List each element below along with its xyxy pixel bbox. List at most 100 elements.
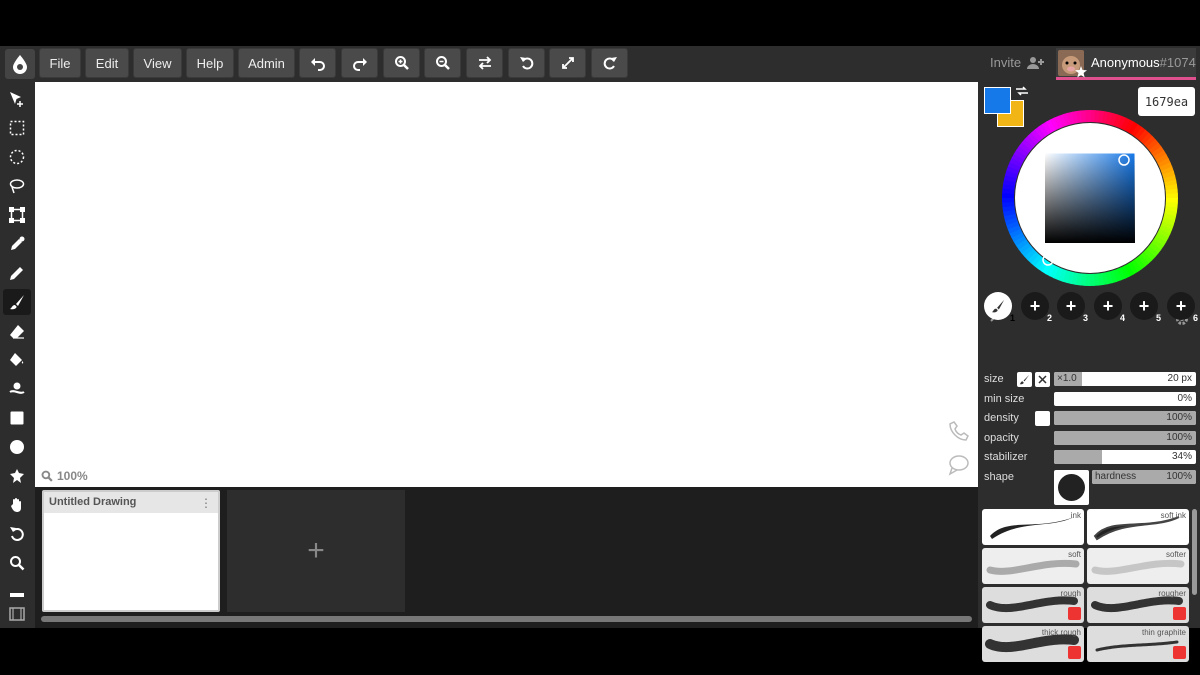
eyedropper-tool[interactable] <box>3 231 31 257</box>
ellipse-tool[interactable] <box>3 434 31 460</box>
stabilizer-value: 34% <box>1171 451 1192 462</box>
stabilizer-slider[interactable]: 34% <box>1054 450 1196 464</box>
size-reset-toggle[interactable] <box>1035 372 1050 387</box>
brush-stroke-preview <box>990 517 1074 539</box>
text-tool[interactable] <box>3 376 31 402</box>
brush-preset-thin-graphite[interactable]: thin graphite <box>1087 626 1189 662</box>
swap-colors-icon[interactable] <box>1015 85 1029 97</box>
eyedropper-icon <box>11 236 25 250</box>
brush-preset-soft[interactable]: soft <box>982 548 1084 584</box>
admin-menu[interactable]: Admin <box>238 48 295 78</box>
rotate-left-button[interactable] <box>508 48 545 78</box>
opacity-value: 100% <box>1166 432 1192 443</box>
size-slider[interactable]: ×1.0 20 px <box>1054 372 1196 386</box>
brush-name: rougher <box>1158 589 1186 598</box>
opacity-slider[interactable]: 100% <box>1054 431 1196 445</box>
chat-icon[interactable] <box>948 454 970 476</box>
help-menu[interactable]: Help <box>186 48 234 78</box>
pro-badge-icon <box>1173 607 1186 620</box>
brush-name: thin graphite <box>1141 628 1186 637</box>
brush-preset-rougher[interactable]: rougher <box>1087 587 1189 623</box>
invite-button[interactable]: Invite <box>990 55 1045 70</box>
plus-icon: + <box>1065 295 1077 316</box>
horizontal-scrollbar[interactable] <box>41 616 972 622</box>
edit-menu[interactable]: Edit <box>85 48 129 78</box>
ellipse-select-tool[interactable] <box>3 144 31 170</box>
brush-tool[interactable] <box>3 289 31 315</box>
brush-slot-5[interactable]: +5 <box>1130 292 1161 323</box>
brush-library-scrollbar[interactable] <box>1192 509 1197 595</box>
zoom-in-button[interactable] <box>383 48 420 78</box>
round-shape-icon <box>1058 474 1085 501</box>
puzzle-icon <box>10 469 24 483</box>
brush-slot-number: 4 <box>1119 313 1125 323</box>
zoom-tool[interactable] <box>3 550 31 576</box>
hardness-label: hardness <box>1095 471 1137 482</box>
min-size-row: min size 0% <box>984 392 1196 407</box>
pencil-icon <box>10 267 23 280</box>
transform-tool[interactable] <box>3 202 31 228</box>
size-label: size <box>984 373 1004 385</box>
invite-label: Invite <box>990 55 1022 70</box>
plus-icon: + <box>1138 295 1150 316</box>
lasso-tool[interactable] <box>3 173 31 199</box>
fullscreen-button[interactable] <box>549 48 586 78</box>
min-size-slider[interactable]: 0% <box>1054 392 1196 406</box>
brush-preset-softer[interactable]: softer <box>1087 548 1189 584</box>
rect-select-tool[interactable] <box>3 115 31 141</box>
hardness-slider[interactable]: hardness 100% <box>1092 470 1196 484</box>
animation-tool[interactable] <box>3 601 31 627</box>
pen-pressure-toggle[interactable] <box>1017 372 1032 387</box>
film-icon <box>9 607 25 621</box>
more-options-icon[interactable]: ⋮ <box>200 496 212 510</box>
redo-button[interactable] <box>341 48 378 78</box>
min-size-value: 0% <box>1177 393 1192 404</box>
brush-preset-soft-ink[interactable]: soft ink <box>1087 509 1189 545</box>
file-menu[interactable]: File <box>39 48 81 78</box>
app-logo[interactable] <box>5 49 35 79</box>
brush-slot-number: 6 <box>1192 313 1198 323</box>
size-value: 20 px <box>1167 373 1192 384</box>
brush-slot-6[interactable]: +6 <box>1167 292 1198 323</box>
brush-name: ink <box>1070 511 1081 520</box>
move-tool[interactable] <box>3 86 31 112</box>
zoom-out-button[interactable] <box>424 48 461 78</box>
fill-tool[interactable] <box>3 347 31 373</box>
density-slider[interactable]: 100% <box>1054 411 1196 425</box>
brush-preset-thick-rough[interactable]: thick rough <box>982 626 1084 662</box>
undo-button[interactable] <box>299 48 336 78</box>
shape-row: shape hardness 100% <box>984 470 1196 506</box>
brush-slot-4[interactable]: +4 <box>1094 292 1125 323</box>
color-wheel[interactable] <box>1002 110 1178 286</box>
fullscreen-icon <box>561 57 574 69</box>
density-pressure-toggle[interactable] <box>1035 411 1050 426</box>
line-icon <box>10 593 24 597</box>
view-menu[interactable]: View <box>133 48 182 78</box>
rotate-right-button[interactable] <box>591 48 628 78</box>
rectangle-tool[interactable] <box>3 405 31 431</box>
brush-preset-ink[interactable]: ink <box>982 509 1084 545</box>
phone-icon[interactable] <box>948 420 970 442</box>
hand-tool[interactable] <box>3 492 31 518</box>
brush-slot-3[interactable]: +3 <box>1057 292 1088 323</box>
new-drawing-button[interactable]: + <box>227 490 405 612</box>
user-badge[interactable]: Anonymous#1074 <box>1056 48 1196 80</box>
drawing-card[interactable]: Untitled Drawing ⋮ <box>42 490 220 612</box>
plus-icon: + <box>1029 295 1041 316</box>
pencil-tool[interactable] <box>3 260 31 286</box>
rotate-tool[interactable] <box>3 521 31 547</box>
drawing-canvas[interactable]: 100% <box>35 82 978 487</box>
brush-slot-1[interactable]: 1 <box>984 292 1015 323</box>
brush-shape-preview[interactable] <box>1054 470 1089 505</box>
opacity-label: opacity <box>984 432 1019 444</box>
brush-name: soft <box>1068 550 1081 559</box>
flip-button[interactable] <box>466 48 503 78</box>
shape-tool[interactable] <box>3 463 31 489</box>
brush-name: soft ink <box>1160 511 1186 520</box>
brush-preset-rough[interactable]: rough <box>982 587 1084 623</box>
paint-bucket-icon <box>10 353 24 366</box>
eraser-tool[interactable] <box>3 318 31 344</box>
min-size-label: min size <box>984 393 1025 405</box>
rect-select-icon <box>9 120 25 136</box>
brush-slot-2[interactable]: +2 <box>1021 292 1052 323</box>
